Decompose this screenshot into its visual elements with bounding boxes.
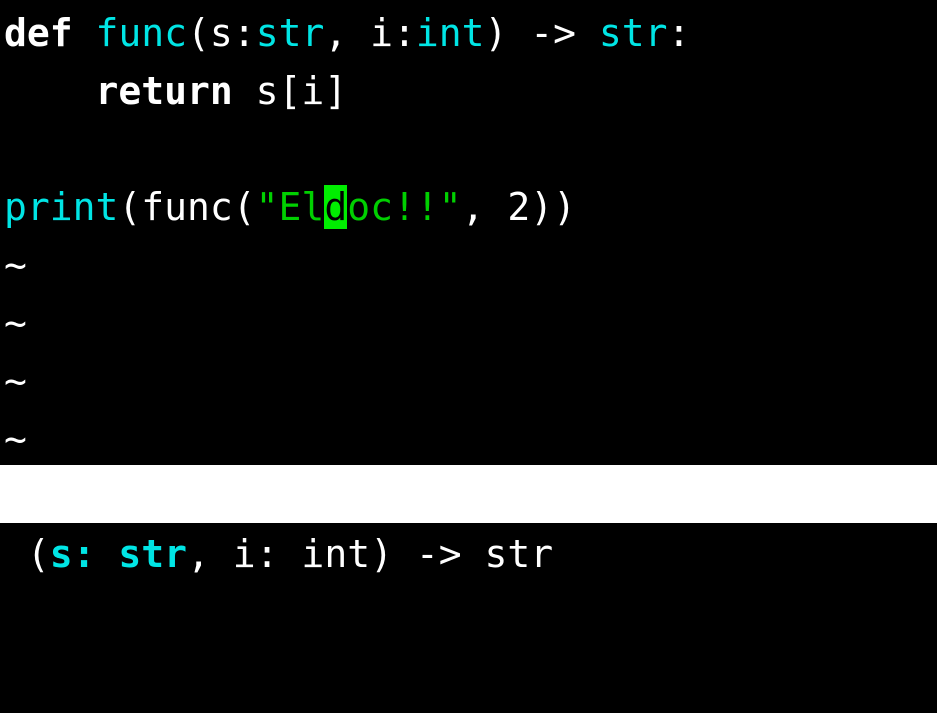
call-open: (func( (118, 185, 256, 229)
code-line-1: def func(s:str, i:int) -> str: (4, 4, 690, 62)
colon: : (667, 11, 691, 55)
empty-line-marker: ~ (4, 243, 27, 287)
function-name: func (95, 11, 188, 55)
return-arrow: ) -> (484, 11, 599, 55)
params-mid: , i: (324, 11, 416, 55)
params-open: (s: (187, 11, 256, 55)
string-literal-end: oc!!" (347, 185, 462, 229)
keyword-return: return (95, 69, 233, 113)
status-cursor-position: 4,15 (468, 598, 560, 642)
return-type: str (598, 11, 668, 55)
builtin-print: print (4, 185, 119, 229)
echo-area: (s: str, i: int) -> str (4, 523, 553, 582)
signature-rest: , i: int) -> str (187, 532, 554, 576)
type-annotation-i: int (415, 11, 485, 55)
keyword-def: def (4, 11, 73, 55)
empty-line-marker: ~ (4, 359, 27, 403)
signature-active-param: s: str (49, 532, 188, 576)
status-line: test.py 4,15 All (0, 465, 937, 704)
type-annotation-s: str (255, 11, 325, 55)
return-expr: s[i] (232, 69, 348, 113)
code-line-2: return s[i] (4, 62, 348, 120)
empty-line-marker: ~ (4, 301, 27, 345)
status-scroll-position: All (864, 660, 933, 704)
call-rest: , 2)) (461, 185, 576, 229)
text-cursor[interactable]: d (324, 185, 348, 229)
code-line-4: print(func("Eldoc!!", 2)) (4, 178, 576, 236)
string-literal-start: "El (255, 185, 325, 229)
signature-open: ( (4, 532, 50, 576)
empty-line-marker: ~ (4, 417, 27, 461)
